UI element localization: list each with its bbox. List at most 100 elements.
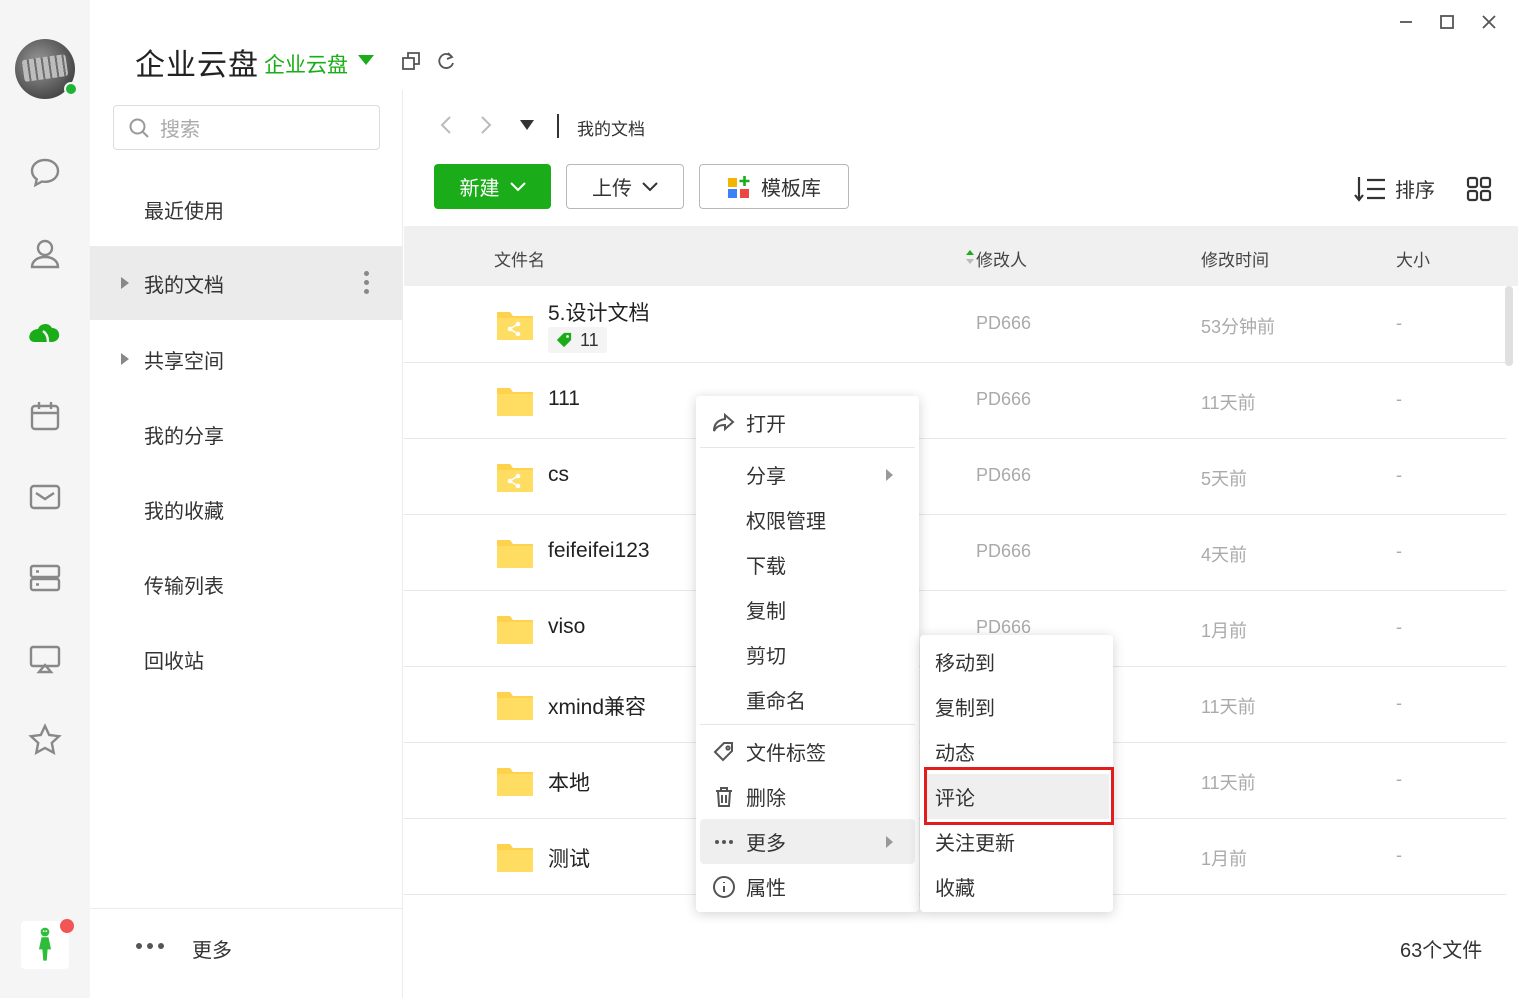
table-row[interactable]: 5.设计文档 PD666 53分钟前 - 11 bbox=[404, 287, 1506, 363]
sidebar-item-label: 我的文档 bbox=[144, 274, 224, 297]
submenu-item-copy-to[interactable]: 复制到 bbox=[924, 684, 1109, 729]
sidebar-item-recycle-bin[interactable]: 回收站 bbox=[90, 622, 402, 696]
table-row[interactable]: feifeifei123 PD666 4天前 - bbox=[404, 515, 1506, 591]
screen-share-icon[interactable] bbox=[25, 639, 65, 679]
table-row[interactable]: cs PD666 5天前 - bbox=[404, 439, 1506, 515]
sort-button[interactable]: 排序 bbox=[1353, 174, 1435, 203]
menu-item-file-tags[interactable]: 文件标签 bbox=[700, 729, 915, 774]
menu-item-label: 文件标签 bbox=[746, 743, 826, 765]
search-placeholder: 搜索 bbox=[160, 119, 200, 141]
submenu-item-follow-updates[interactable]: 关注更新 bbox=[924, 819, 1109, 864]
file-name[interactable]: cs bbox=[548, 463, 569, 487]
file-name[interactable]: xmind兼容 bbox=[548, 691, 646, 721]
menu-item-permissions[interactable]: 权限管理 bbox=[700, 497, 915, 542]
space-switcher-caret-icon[interactable] bbox=[358, 55, 374, 65]
trash-icon bbox=[716, 787, 732, 807]
expand-arrow-icon[interactable] bbox=[121, 277, 129, 289]
breadcrumb[interactable]: 我的文档 bbox=[577, 115, 645, 140]
menu-item-share[interactable]: 分享 bbox=[700, 452, 915, 497]
expand-arrow-icon[interactable] bbox=[121, 353, 129, 365]
sidebar-item-label: 我的分享 bbox=[144, 425, 224, 448]
column-header-modifier[interactable]: 修改人 bbox=[976, 246, 1027, 271]
forward-arrow-icon[interactable] bbox=[474, 114, 496, 136]
space-switcher[interactable]: 企业云盘 bbox=[264, 49, 348, 79]
file-name[interactable]: 测试 bbox=[548, 843, 590, 873]
sidebar-item-my-documents[interactable]: 我的文档 bbox=[90, 246, 402, 320]
back-arrow-icon[interactable] bbox=[436, 114, 458, 136]
refresh-icon[interactable] bbox=[435, 50, 457, 72]
submenu-item-move-to[interactable]: 移动到 bbox=[924, 639, 1109, 684]
file-size: - bbox=[1396, 769, 1402, 789]
file-name[interactable]: 5.设计文档 bbox=[548, 297, 650, 327]
highlight-annotation bbox=[924, 767, 1114, 825]
template-library-label: 模板库 bbox=[761, 178, 821, 200]
submenu-item-favorite[interactable]: 收藏 bbox=[924, 864, 1109, 909]
contacts-icon[interactable] bbox=[25, 234, 65, 274]
file-size: - bbox=[1396, 693, 1402, 713]
column-header-name[interactable]: 文件名 bbox=[494, 246, 545, 271]
file-modifier: PD666 bbox=[976, 313, 1032, 333]
file-modified-time: 1月前 bbox=[1201, 621, 1248, 641]
grid-view-icon[interactable] bbox=[1466, 176, 1492, 202]
menu-item-more[interactable]: 更多 bbox=[700, 819, 915, 864]
menu-item-label: 属性 bbox=[746, 878, 786, 900]
shared-folder-icon bbox=[497, 464, 533, 492]
column-header-modified-time[interactable]: 修改时间 bbox=[1201, 246, 1269, 271]
chat-icon[interactable] bbox=[25, 152, 65, 192]
upload-button[interactable]: 上传 bbox=[566, 164, 684, 209]
file-size: - bbox=[1396, 617, 1402, 637]
sidebar-item-label: 传输列表 bbox=[144, 575, 224, 598]
menu-item-download[interactable]: 下载 bbox=[700, 542, 915, 587]
search-input[interactable]: 搜索 bbox=[113, 105, 380, 150]
menu-item-rename[interactable]: 重命名 bbox=[700, 677, 915, 722]
file-modified-time: 4天前 bbox=[1201, 545, 1248, 565]
file-name[interactable]: 本地 bbox=[548, 767, 590, 797]
template-library-button[interactable]: 模板库 bbox=[699, 164, 849, 209]
online-status-indicator bbox=[64, 82, 78, 96]
info-icon bbox=[713, 876, 735, 898]
sidebar-item-shared-space[interactable]: 共享空间 bbox=[90, 322, 402, 396]
submenu-item-label: 复制到 bbox=[935, 698, 995, 720]
cloud-disk-icon[interactable] bbox=[25, 315, 65, 355]
storage-icon[interactable] bbox=[25, 558, 65, 598]
sidebar-item-recent[interactable]: 最近使用 bbox=[90, 172, 402, 246]
menu-item-copy[interactable]: 复制 bbox=[700, 587, 915, 632]
sidebar-item-my-shares[interactable]: 我的分享 bbox=[90, 397, 402, 471]
sidebar: 搜索 最近使用 我的文档 共享空间 我的分享 我的收藏 传输列表 回收站 更多 bbox=[90, 90, 403, 998]
minimize-icon[interactable] bbox=[1392, 8, 1420, 36]
star-icon[interactable] bbox=[25, 720, 65, 760]
submenu-item-label: 收藏 bbox=[935, 878, 975, 900]
folder-icon bbox=[497, 616, 533, 644]
column-header-size[interactable]: 大小 bbox=[1396, 246, 1430, 271]
popout-window-icon[interactable] bbox=[400, 50, 422, 72]
sidebar-item-transfers[interactable]: 传输列表 bbox=[90, 547, 402, 621]
file-name[interactable]: feifeifei123 bbox=[548, 539, 650, 563]
table-row[interactable]: 111 PD666 11天前 - bbox=[404, 363, 1506, 439]
mail-icon[interactable] bbox=[25, 477, 65, 517]
file-modified-time: 53分钟前 bbox=[1201, 317, 1276, 337]
sort-arrows-icon[interactable] bbox=[964, 248, 976, 266]
menu-item-properties[interactable]: 属性 bbox=[700, 864, 915, 909]
submenu-item-label: 动态 bbox=[935, 743, 975, 765]
file-name[interactable]: viso bbox=[548, 615, 585, 639]
new-button[interactable]: 新建 bbox=[434, 164, 551, 209]
path-dropdown-icon[interactable] bbox=[520, 120, 534, 130]
menu-item-open[interactable]: 打开 bbox=[700, 400, 915, 445]
maximize-icon[interactable] bbox=[1433, 8, 1461, 36]
sort-label: 排序 bbox=[1395, 180, 1435, 202]
sidebar-item-label: 最近使用 bbox=[144, 200, 224, 223]
menu-item-label: 删除 bbox=[746, 788, 786, 810]
sidebar-more-label: 更多 bbox=[192, 940, 232, 962]
tag-chip[interactable]: 11 bbox=[548, 327, 607, 353]
scrollbar[interactable] bbox=[1505, 286, 1513, 366]
menu-item-delete[interactable]: 删除 bbox=[700, 774, 915, 819]
sidebar-item-my-favorites[interactable]: 我的收藏 bbox=[90, 472, 402, 546]
file-name[interactable]: 111 bbox=[548, 387, 580, 411]
close-icon[interactable] bbox=[1475, 8, 1503, 36]
file-modified-time: 1月前 bbox=[1201, 849, 1248, 869]
sidebar-more-button[interactable]: 更多 bbox=[90, 908, 402, 998]
calendar-icon[interactable] bbox=[25, 396, 65, 436]
menu-item-cut[interactable]: 剪切 bbox=[700, 632, 915, 677]
menu-item-label: 权限管理 bbox=[746, 511, 826, 533]
more-options-icon[interactable] bbox=[364, 271, 370, 294]
